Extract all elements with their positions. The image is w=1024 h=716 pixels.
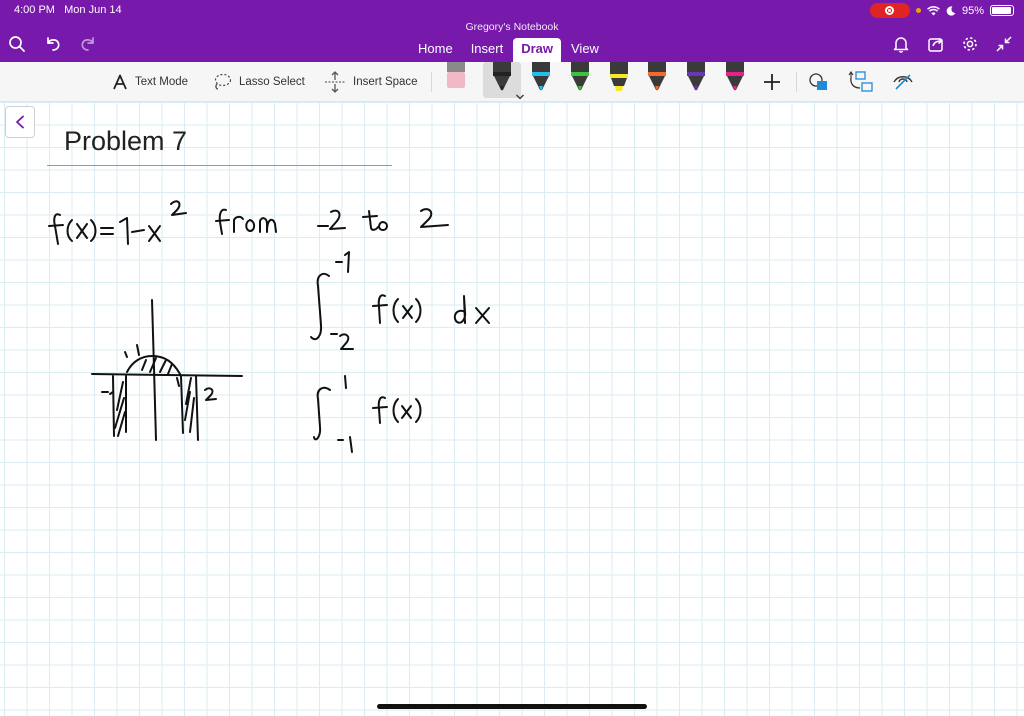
pen-yellow-highlighter[interactable] [606,62,632,98]
tab-insert[interactable]: Insert [463,38,512,62]
share-button[interactable] [925,33,947,55]
pen-purple-pen[interactable] [683,62,709,98]
text-mode-button[interactable]: Text Mode [112,70,188,94]
screen-recording-indicator[interactable] [869,3,910,18]
pen-eraser[interactable] [443,62,469,98]
lasso-icon [214,73,232,90]
text-mode-icon [113,74,127,90]
insert-space-label: Insert Space [353,76,418,88]
redo-button[interactable] [77,33,99,55]
eye-pen-icon [893,74,913,90]
ribbon-tabs: Home Insert Draw View [410,38,607,62]
app-header: 4:00 PM Mon Jun 14 95% Gregory's Noteboo… [0,0,1024,62]
search-button[interactable] [6,33,28,55]
notebook-title: Gregory's Notebook [465,21,559,33]
pen-eraser-icon [447,62,465,88]
title-underline [47,165,392,166]
battery-level [992,7,1011,14]
lasso-select-button[interactable]: Lasso Select [212,70,305,94]
search-icon [9,36,25,52]
collapse-arrows-icon [996,36,1012,52]
notebook-page-canvas[interactable] [0,102,1024,716]
immersive-reader-button[interactable] [892,70,916,94]
redo-icon [81,37,94,51]
pen-yellow-highlighter-icon [610,62,628,91]
ribbon-divider [796,72,797,92]
plus-icon [764,74,780,90]
settings-button[interactable] [959,33,981,55]
insert-space-icon [325,71,345,93]
battery-percent: 95% [961,4,984,17]
battery-icon [990,5,1014,16]
tab-home[interactable]: Home [410,38,461,62]
pen-green-pen[interactable] [567,62,593,98]
undo-icon [47,37,60,51]
pen-purple-pen-icon [687,62,705,91]
ink-to-shape-button[interactable] [848,70,874,94]
share-icon [928,37,943,52]
pen-options-chevron-icon[interactable] [515,88,525,100]
pen-magenta-pen[interactable] [722,62,748,98]
lasso-select-label: Lasso Select [239,76,305,88]
insert-space-button[interactable]: Insert Space [324,70,418,94]
notifications-button[interactable] [890,33,912,55]
status-time: 4:00 PM Mon Jun 14 [14,4,122,16]
chevron-left-icon [16,115,24,129]
record-icon [885,6,895,15]
mic-in-use-icon [915,8,921,13]
pen-orange-pen[interactable] [644,62,670,98]
moon-icon [946,5,956,16]
pen-cyan-pen[interactable] [528,62,554,98]
text-mode-label: Text Mode [135,76,189,88]
home-indicator[interactable] [377,704,647,709]
page-title[interactable]: Problem 7 [64,126,187,157]
pen-magenta-pen-icon [726,62,744,91]
undo-button[interactable] [42,33,64,55]
wifi-icon [927,5,940,15]
draw-ribbon: Text Mode Lasso Select Insert Space [0,62,1024,102]
collapse-fullscreen-button[interactable] [993,33,1015,55]
gear-icon [963,37,977,51]
tab-view[interactable]: View [563,38,607,62]
shapes-button[interactable] [808,70,830,94]
add-pen-button[interactable] [762,70,782,94]
pen-black-pen[interactable] [489,62,524,100]
shapes-icon [809,73,827,90]
pen-green-pen-icon [571,62,589,91]
pen-cyan-pen-icon [532,62,550,91]
bell-icon [893,37,909,53]
tab-draw[interactable]: Draw [513,38,561,62]
ribbon-divider [431,72,432,92]
pen-orange-pen-icon [648,62,666,91]
back-button[interactable] [5,106,35,138]
ink-to-shape-icon [848,71,873,92]
status-bar-right: 95% [869,3,1014,18]
pen-black-pen-icon [493,62,511,91]
